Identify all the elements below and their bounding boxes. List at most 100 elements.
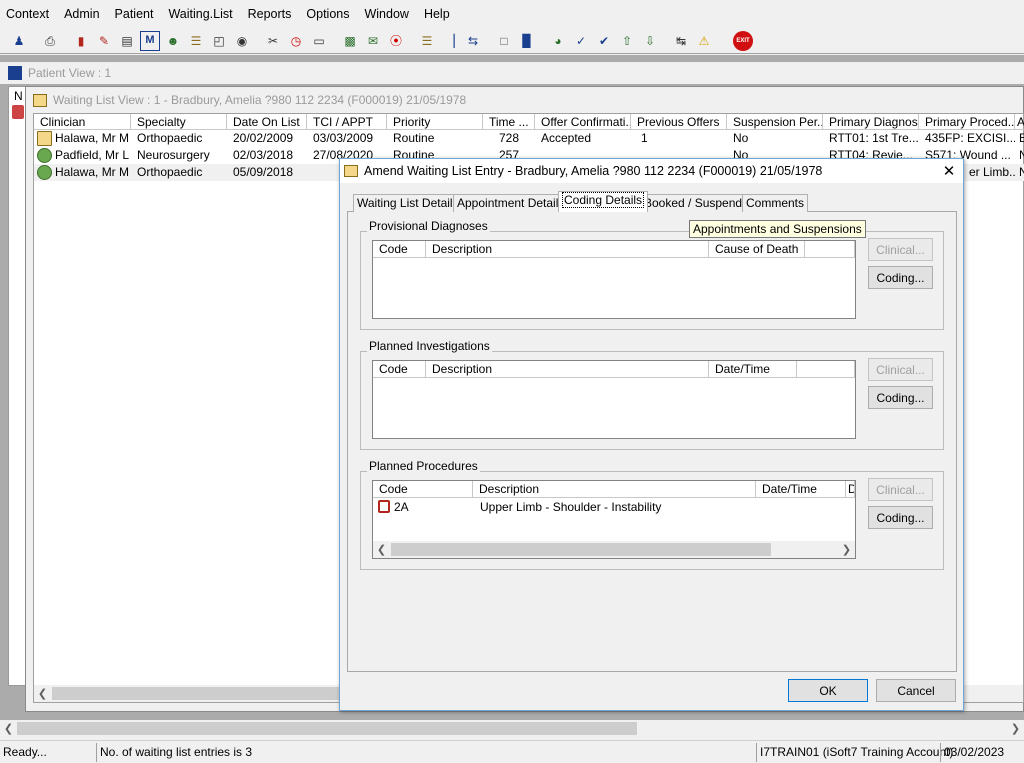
workspace-horizontal-scrollbar[interactable]: ❮ ❯ <box>0 720 1024 737</box>
menu-context[interactable]: Context <box>6 7 49 21</box>
check-list-icon[interactable]: ✔ <box>594 31 614 51</box>
waiting-list-titlebar[interactable]: Waiting List View : 1 - Bradbury, Amelia… <box>33 90 466 110</box>
camera-icon[interactable]: ◉ <box>232 31 252 51</box>
procedures-clinical-button[interactable]: Clinical... <box>868 478 933 501</box>
planned-procedures-list[interactable]: Code Description Date/Time D 2A Upper Li… <box>372 480 856 559</box>
ok-button[interactable]: OK <box>788 679 868 702</box>
chat-icon[interactable]: ✉ <box>363 31 383 51</box>
printer-icon[interactable]: ⎙ <box>40 31 60 51</box>
person-icon[interactable]: ☻ <box>163 31 183 51</box>
provisional-clinical-button[interactable]: Clinical... <box>868 238 933 261</box>
column-header-suspension[interactable]: Suspension Per... <box>727 114 823 130</box>
scroll-thumb[interactable] <box>52 687 342 700</box>
screen-icon[interactable]: ▩ <box>340 31 360 51</box>
globe-icon[interactable]: ◕ <box>548 31 568 51</box>
investigations-clinical-button[interactable]: Clinical... <box>868 358 933 381</box>
stop-icon[interactable]: ⦿ <box>386 31 406 51</box>
monitor-icon[interactable]: ▭ <box>309 31 329 51</box>
exit-icon[interactable]: EXIT <box>733 30 753 51</box>
column-header-code[interactable]: Code <box>373 481 473 498</box>
cell-description: Upper Limb - Shoulder - Instability <box>480 500 662 514</box>
column-header-priority[interactable]: Priority <box>387 114 483 130</box>
radio-icon[interactable]: ◰ <box>209 31 229 51</box>
scroll-right-icon[interactable]: ❯ <box>1007 720 1024 737</box>
arrow-down-icon[interactable]: ⇩ <box>640 31 660 51</box>
menu-patient[interactable]: Patient <box>115 7 154 21</box>
menu-bar: Context Admin Patient Waiting.List Repor… <box>0 0 1024 28</box>
patient-view-icon <box>8 66 22 80</box>
warning-icon[interactable]: ⚠ <box>694 31 714 51</box>
edit-book-icon[interactable]: ✎ <box>94 31 114 51</box>
column-header-date-on-list[interactable]: Date On List <box>227 114 307 130</box>
column-header-d[interactable]: D <box>846 481 855 498</box>
column-header-description[interactable]: Description <box>473 481 756 498</box>
close-icon[interactable]: ✕ <box>938 161 960 181</box>
transfer-icon[interactable]: ⇆ <box>463 31 483 51</box>
scroll-thumb[interactable] <box>17 722 637 735</box>
planned-investigations-label: Planned Investigations <box>367 339 492 353</box>
arrow-up-icon[interactable]: ⇧ <box>617 31 637 51</box>
menu-reports[interactable]: Reports <box>248 7 292 21</box>
column-header-tci-appt[interactable]: TCI / APPT <box>307 114 387 130</box>
user-icon[interactable]: ♟ <box>9 31 29 51</box>
column-header-description[interactable]: Description <box>426 361 709 378</box>
report-icon[interactable]: ▤ <box>117 31 137 51</box>
tab-appointment-details[interactable]: Appointment Details <box>453 194 569 212</box>
dialog-titlebar[interactable]: Amend Waiting List Entry - Bradbury, Ame… <box>340 159 963 183</box>
column-header-date-time[interactable]: Date/Time <box>756 481 846 498</box>
table-row[interactable]: 2A Upper Limb - Shoulder - Instability <box>373 499 855 516</box>
column-header-code[interactable]: Code <box>373 361 426 378</box>
provisional-coding-button[interactable]: Coding... <box>868 266 933 289</box>
cell-date-on-list: 05/09/2018 <box>233 165 294 179</box>
menu-help[interactable]: Help <box>424 7 450 21</box>
m-icon[interactable]: M <box>140 30 160 51</box>
bed-icon[interactable]: ▕ <box>440 31 460 51</box>
tab-waiting-list-details[interactable]: Waiting List Details <box>353 194 463 212</box>
cell-specialty: Orthopaedic <box>137 131 203 145</box>
scroll-left-icon[interactable]: ❮ <box>373 541 390 558</box>
scroll-left-icon[interactable]: ❮ <box>34 685 51 702</box>
column-header-specialty[interactable]: Specialty <box>131 114 227 130</box>
tab-comments[interactable]: Comments <box>742 194 809 212</box>
procedure-icon <box>378 500 390 513</box>
column-header-description[interactable]: Description <box>426 241 709 258</box>
column-header-clinician[interactable]: Clinician <box>34 114 131 130</box>
clock-icon[interactable]: ◷ <box>286 31 306 51</box>
scissors-icon[interactable]: ✂ <box>263 31 283 51</box>
planned-investigations-list[interactable]: Code Description Date/Time <box>372 360 856 439</box>
provisional-diagnoses-list[interactable]: Code Description Cause of Death <box>372 240 856 319</box>
chart-icon[interactable]: ▉ <box>517 31 537 51</box>
column-header-extra[interactable]: A <box>1015 114 1024 130</box>
menu-options[interactable]: Options <box>306 7 349 21</box>
check-icon[interactable]: ✓ <box>571 31 591 51</box>
tab-booked-suspend[interactable]: Booked / Suspend <box>640 194 747 212</box>
document-icon[interactable]: □ <box>494 31 514 51</box>
column-header-previous-offers[interactable]: Previous Offers <box>631 114 727 130</box>
column-header-cause-of-death[interactable]: Cause of Death <box>709 241 805 258</box>
investigations-coding-button[interactable]: Coding... <box>868 386 933 409</box>
cell-date-on-list: 02/03/2018 <box>233 148 294 162</box>
scroll-thumb[interactable] <box>391 543 771 556</box>
book-icon[interactable]: ▮ <box>71 31 91 51</box>
cancel-button[interactable]: Cancel <box>876 679 956 702</box>
column-header-time[interactable]: Time ... <box>483 114 535 130</box>
menu-waiting-list[interactable]: Waiting.List <box>168 7 232 21</box>
notes-icon[interactable]: ☰ <box>186 31 206 51</box>
list-icon[interactable]: ☰ <box>417 31 437 51</box>
menu-admin[interactable]: Admin <box>64 7 99 21</box>
column-header-offer-confirmation[interactable]: Offer Confirmati... <box>535 114 631 130</box>
cell-diagnosis: RTT01: 1st Tre... <box>829 131 919 145</box>
tab-coding-details[interactable]: Coding Details <box>558 191 649 212</box>
column-header-primary-procedure[interactable]: Primary Proced... <box>919 114 1015 130</box>
scroll-left-icon[interactable]: ❮ <box>0 720 17 737</box>
column-header-primary-diagnosis[interactable]: Primary Diagnosis <box>823 114 919 130</box>
scroll-right-icon[interactable]: ❯ <box>838 541 855 558</box>
column-header-code[interactable]: Code <box>373 241 426 258</box>
column-header-blank <box>805 241 855 258</box>
swap-icon[interactable]: ↹ <box>671 31 691 51</box>
patient-view-titlebar[interactable]: Patient View : 1 <box>0 62 1024 84</box>
menu-window[interactable]: Window <box>364 7 408 21</box>
column-header-date-time[interactable]: Date/Time <box>709 361 797 378</box>
procedures-coding-button[interactable]: Coding... <box>868 506 933 529</box>
procedures-horizontal-scrollbar[interactable]: ❮ ❯ <box>373 541 855 558</box>
